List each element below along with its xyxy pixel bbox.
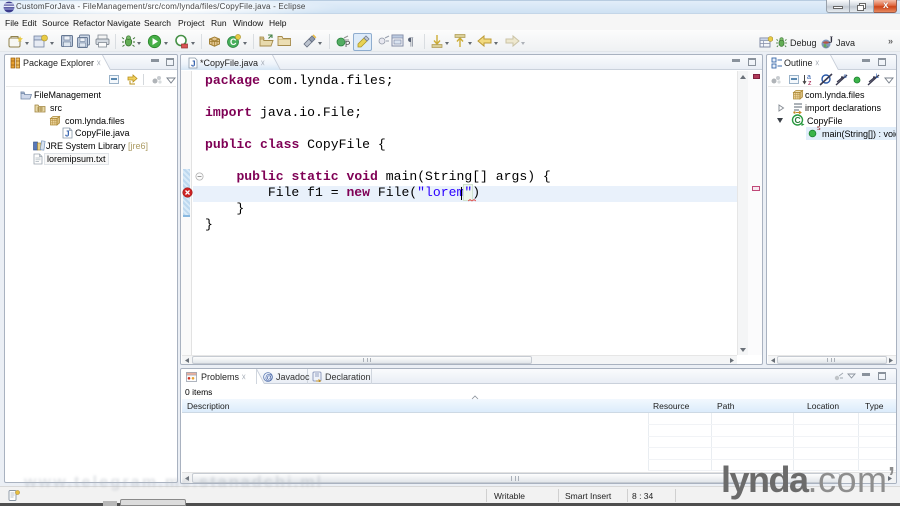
svg-text:@: @ — [265, 373, 273, 382]
svg-text:C: C — [795, 115, 801, 125]
svg-text:J: J — [829, 36, 834, 45]
svg-text:¶: ¶ — [408, 34, 414, 47]
svg-text:z: z — [808, 80, 812, 86]
svg-text:P: P — [345, 40, 350, 49]
svg-text:J: J — [65, 130, 69, 139]
svg-text:s: s — [844, 73, 848, 80]
svg-text:L: L — [876, 73, 880, 80]
svg-text:J: J — [191, 60, 195, 69]
